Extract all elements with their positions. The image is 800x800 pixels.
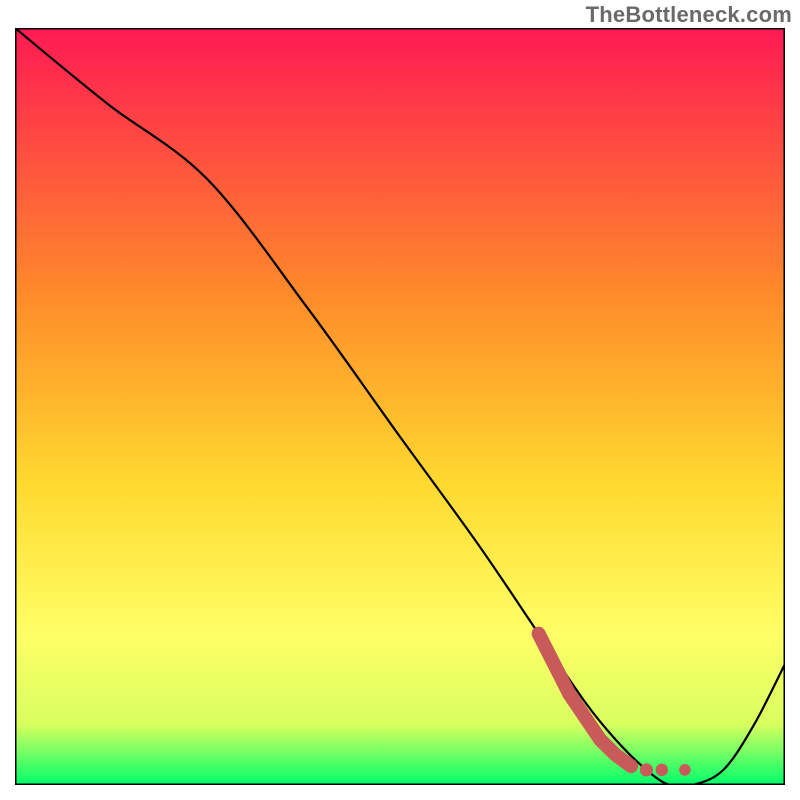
chart-plot-area [15, 28, 785, 785]
chart-frame: TheBottleneck.com [0, 0, 800, 800]
chart-svg [15, 28, 785, 785]
gradient-background [15, 28, 785, 785]
watermark-text: TheBottleneck.com [586, 2, 792, 28]
highlight-dot [640, 763, 653, 776]
highlight-dot [624, 759, 638, 773]
highlight-dot [656, 764, 668, 776]
highlight-dot [679, 764, 691, 776]
